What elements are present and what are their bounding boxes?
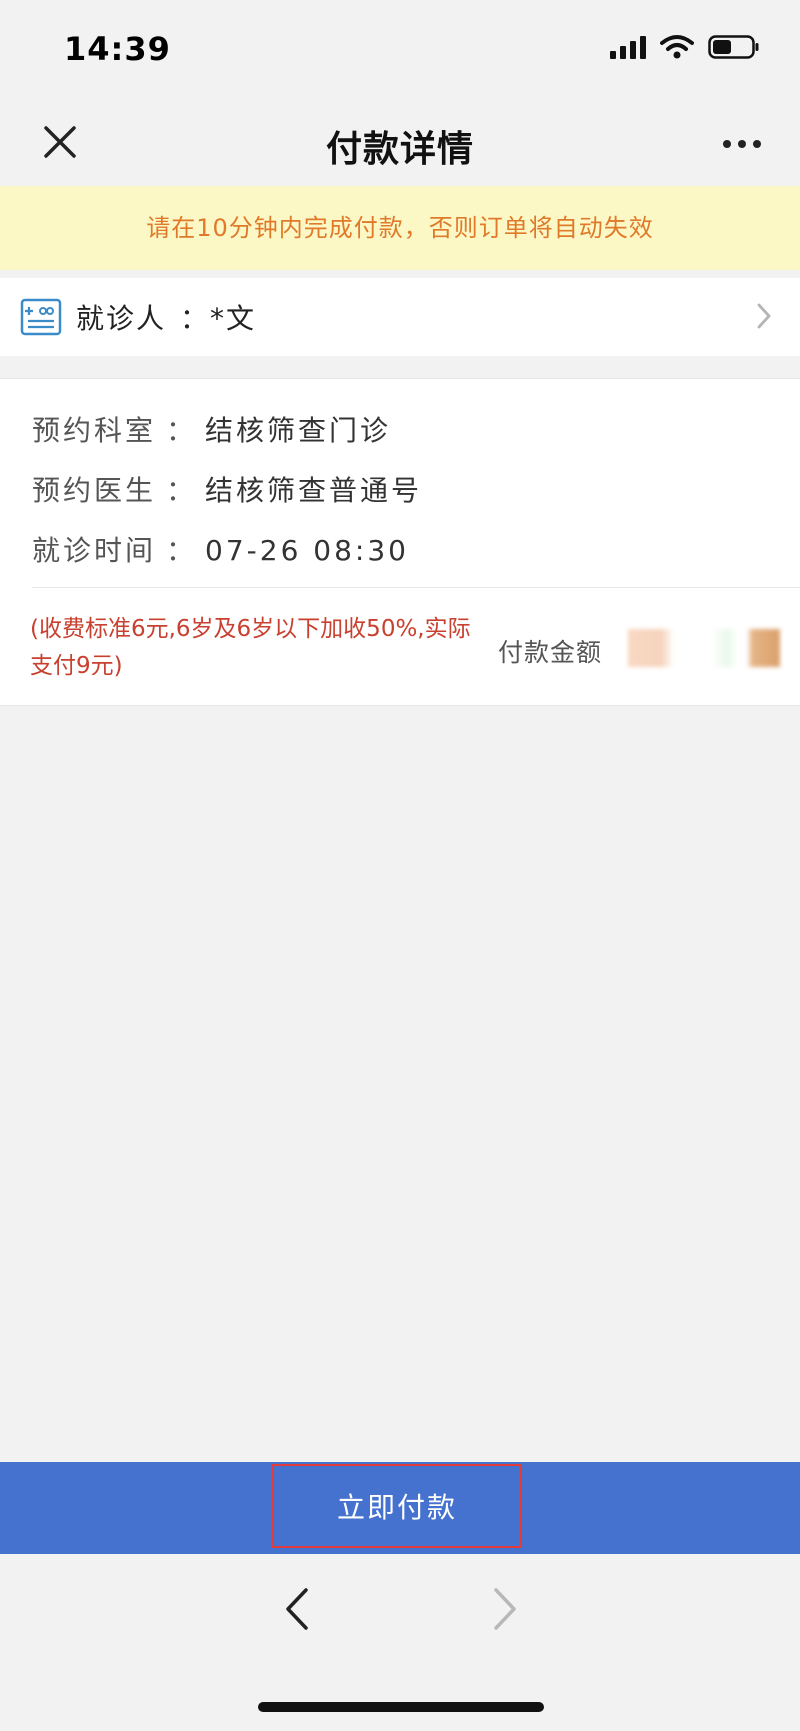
more-icon bbox=[723, 140, 761, 148]
doctor-label: 预约医生 bbox=[32, 474, 157, 507]
department-separator: ： bbox=[166, 414, 198, 447]
department-value: 结核筛查门诊 bbox=[205, 414, 392, 447]
patient-separator: ： bbox=[180, 302, 211, 335]
bottom-navigation bbox=[0, 1554, 800, 1731]
status-bar: 14:39 bbox=[0, 0, 800, 100]
wifi-icon bbox=[660, 35, 694, 59]
divider bbox=[32, 587, 800, 588]
medical-card-icon bbox=[20, 298, 62, 336]
battery-icon bbox=[708, 35, 759, 59]
payment-amount-label: 付款金额 bbox=[498, 638, 603, 667]
home-indicator[interactable] bbox=[258, 1702, 544, 1712]
payment-amount-redacted bbox=[628, 629, 780, 667]
visit-time-value: 07-26 08:30 bbox=[205, 534, 409, 567]
visit-time-label: 就诊时间 bbox=[32, 534, 157, 567]
patient-selector[interactable]: 就诊人 ： *文 bbox=[0, 278, 800, 356]
pay-bar: 立即付款 bbox=[0, 1462, 800, 1554]
status-time: 14:39 bbox=[64, 30, 171, 68]
patient-name: *文 bbox=[210, 302, 257, 335]
forward-arrow-icon[interactable] bbox=[484, 1584, 524, 1634]
nav-bar: 付款详情 bbox=[0, 100, 800, 186]
department-row: 预约科室 ：结核筛查门诊 bbox=[32, 409, 391, 449]
signal-icon bbox=[610, 35, 646, 59]
visit-time-separator: ： bbox=[166, 534, 198, 567]
visit-time-row: 就诊时间 ： 07-26 08:30 bbox=[32, 529, 409, 569]
doctor-separator: ： bbox=[166, 474, 198, 507]
page-title: 付款详情 bbox=[325, 129, 474, 170]
pay-now-button[interactable]: 立即付款 bbox=[272, 1464, 522, 1548]
back-arrow-icon[interactable] bbox=[278, 1584, 318, 1634]
chevron-right-icon bbox=[757, 303, 771, 329]
status-icons bbox=[610, 34, 760, 60]
fee-note: (收费标准6元,6岁及6岁以下加收50%,实际支付9元) bbox=[30, 616, 471, 679]
department-label: 预约科室 bbox=[32, 414, 157, 447]
patient-label: 就诊人 bbox=[76, 302, 167, 335]
doctor-row: 预约医生 ：结核筛查普通号 bbox=[32, 469, 422, 509]
appointment-detail-card: 预约科室：结核筛查门诊 预约医生：结核筛查普通号 就诊时间： 07-26 08:3… bbox=[0, 378, 800, 706]
more-button[interactable] bbox=[718, 124, 766, 164]
doctor-value: 结核筛查普通号 bbox=[205, 474, 423, 507]
payment-timeout-warning: 请在10分钟内完成付款，否则订单将自动失效 bbox=[0, 186, 800, 270]
